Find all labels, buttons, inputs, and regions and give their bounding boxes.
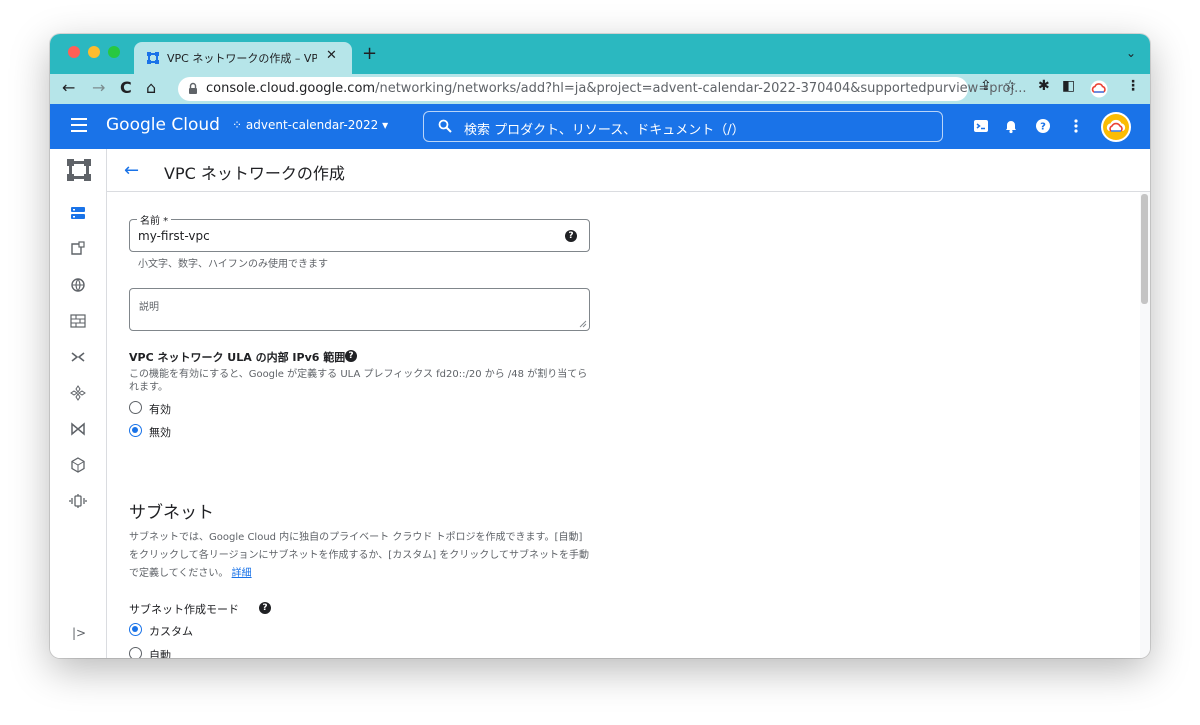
- close-tab-icon[interactable]: ✕: [326, 48, 337, 63]
- description-field[interactable]: 説明: [129, 288, 590, 331]
- resize-handle-icon[interactable]: [579, 320, 587, 328]
- vpc-networks-nav-icon[interactable]: [69, 204, 87, 222]
- back-arrow-icon[interactable]: ←: [124, 160, 139, 181]
- home-icon[interactable]: ⌂: [146, 78, 156, 97]
- routes-nav-icon[interactable]: [69, 348, 87, 366]
- account-avatar[interactable]: [1101, 112, 1131, 142]
- subnet-mode-title: サブネット作成モード: [129, 603, 239, 616]
- more-options-icon[interactable]: [1068, 118, 1084, 134]
- maximize-window-button[interactable]: [108, 46, 120, 58]
- name-field[interactable]: 名前 * my-first-vpc ?: [129, 212, 590, 252]
- subnet-description: サブネットでは、Google Cloud 内に独自のプライベート クラウド トポ…: [129, 529, 591, 583]
- url-text: console.cloud.google.com/networking/netw…: [206, 81, 1026, 96]
- subnet-auto-label[interactable]: 自動: [149, 647, 171, 658]
- ula-enabled-label[interactable]: 有効: [149, 401, 171, 417]
- vpc-peering-nav-icon[interactable]: [69, 384, 87, 402]
- subnet-custom-radio[interactable]: [129, 623, 142, 636]
- firewall-nav-icon[interactable]: [69, 312, 87, 330]
- tab-strip: VPC ネットワークの作成 – VPC ネ ✕ + ⌄: [50, 34, 1150, 74]
- ula-help-icon[interactable]: ?: [345, 350, 357, 362]
- url-host: console.cloud.google.com: [206, 81, 376, 96]
- browser-tab[interactable]: VPC ネットワークの作成 – VPC ネ ✕: [134, 42, 352, 74]
- description-placeholder: 説明: [139, 302, 159, 313]
- browser-window: VPC ネットワークの作成 – VPC ネ ✕ + ⌄ ← → C ⌂ cons…: [50, 34, 1150, 658]
- side-panel-icon[interactable]: ◧: [1062, 78, 1075, 94]
- subnet-mode-help-icon[interactable]: ?: [259, 602, 271, 614]
- subnet-heading: サブネット: [129, 503, 214, 523]
- create-vpc-form: 名前 * my-first-vpc ? 小文字、数字、ハイフンのみ使用できます …: [107, 192, 1137, 658]
- bookmark-star-icon[interactable]: ☆: [1004, 78, 1017, 94]
- packet-mirroring-nav-icon[interactable]: [69, 492, 87, 510]
- vpc-network-icon: [147, 52, 159, 64]
- notifications-bell-icon[interactable]: [1003, 118, 1019, 134]
- url-path: /networking/networks/add?hl=ja&project=a…: [375, 81, 1027, 96]
- ip-addresses-nav-icon[interactable]: [69, 240, 87, 258]
- subnet-description-text: サブネットでは、Google Cloud 内に独自のプライベート クラウド トポ…: [129, 532, 589, 579]
- close-window-button[interactable]: [68, 46, 80, 58]
- reload-icon[interactable]: C: [120, 78, 132, 97]
- page-header: ← VPC ネットワークの作成: [107, 149, 1150, 192]
- account-cloud-icon: [1103, 114, 1129, 140]
- tab-search-chevron-icon[interactable]: ⌄: [1126, 46, 1136, 60]
- search-icon: [438, 119, 452, 133]
- project-name: advent-calendar-2022: [245, 118, 379, 132]
- name-field-label: 名前 *: [137, 212, 172, 227]
- ula-description: この機能を有効にすると、Google が定義する ULA プレフィックス fd2…: [129, 369, 588, 393]
- name-hint: 小文字、数字、ハイフンのみ使用できます: [138, 259, 328, 270]
- lock-icon: [189, 82, 197, 94]
- shared-vpc-nav-icon[interactable]: [69, 420, 87, 438]
- chevron-down-icon: ▾: [382, 118, 389, 132]
- minimize-window-button[interactable]: [88, 46, 100, 58]
- browser-toolbar: ← → C ⌂ console.cloud.google.com/network…: [50, 74, 1150, 104]
- forward-icon[interactable]: →: [92, 78, 105, 97]
- console-header: Google Cloud ⁘ advent-calendar-2022 ▾ 検索…: [50, 104, 1150, 149]
- ula-title: VPC ネットワーク ULA の内部 IPv6 範囲: [129, 349, 345, 365]
- project-selector[interactable]: ⁘ advent-calendar-2022 ▾: [232, 118, 388, 132]
- share-icon[interactable]: ⇪: [980, 78, 992, 94]
- serverless-vpc-access-nav-icon[interactable]: [69, 456, 87, 474]
- left-nav-rail: |>: [50, 149, 107, 658]
- page-title: VPC ネットワークの作成: [164, 164, 345, 183]
- svg-text:?: ?: [1040, 122, 1046, 133]
- google-cloud-logo[interactable]: Google Cloud: [106, 115, 220, 135]
- name-help-icon[interactable]: ?: [565, 230, 577, 242]
- address-bar[interactable]: console.cloud.google.com/networking/netw…: [178, 77, 1026, 101]
- search-input[interactable]: 検索 プロダクト、リソース、ドキュメント（/）: [423, 111, 943, 142]
- search-placeholder: 検索 プロダクト、リソース、ドキュメント（/）: [464, 123, 745, 138]
- help-icon[interactable]: ?: [1035, 118, 1051, 134]
- ula-disabled-radio[interactable]: [129, 424, 142, 437]
- learn-more-link[interactable]: 詳細: [232, 568, 252, 579]
- expand-nav-icon[interactable]: |>: [72, 626, 86, 640]
- internal-ranges-nav-icon[interactable]: [69, 276, 87, 294]
- ula-enabled-radio[interactable]: [129, 401, 142, 414]
- new-tab-icon[interactable]: +: [362, 43, 377, 64]
- vpc-network-product-icon[interactable]: [66, 158, 92, 182]
- hamburger-menu-icon[interactable]: [71, 118, 87, 132]
- ula-disabled-label[interactable]: 無効: [149, 424, 171, 440]
- name-field-value: my-first-vpc: [138, 229, 210, 243]
- tab-title: VPC ネットワークの作成 – VPC ネ: [167, 52, 317, 65]
- ula-title-text: VPC ネットワーク ULA の内部 IPv6 範囲: [129, 351, 346, 364]
- cloud-shell-icon[interactable]: [973, 118, 989, 134]
- profile-cloud-icon[interactable]: [1090, 80, 1108, 98]
- back-icon[interactable]: ←: [62, 78, 75, 97]
- browser-menu-icon[interactable]: ⋮: [1126, 78, 1140, 94]
- project-icon: ⁘: [232, 118, 243, 132]
- extensions-puzzle-icon[interactable]: ✱: [1038, 78, 1050, 94]
- subnet-custom-label[interactable]: カスタム: [149, 623, 193, 639]
- subnet-auto-radio[interactable]: [129, 647, 142, 658]
- content-scrollbar[interactable]: [1140, 192, 1150, 658]
- scrollbar-thumb[interactable]: [1141, 194, 1148, 304]
